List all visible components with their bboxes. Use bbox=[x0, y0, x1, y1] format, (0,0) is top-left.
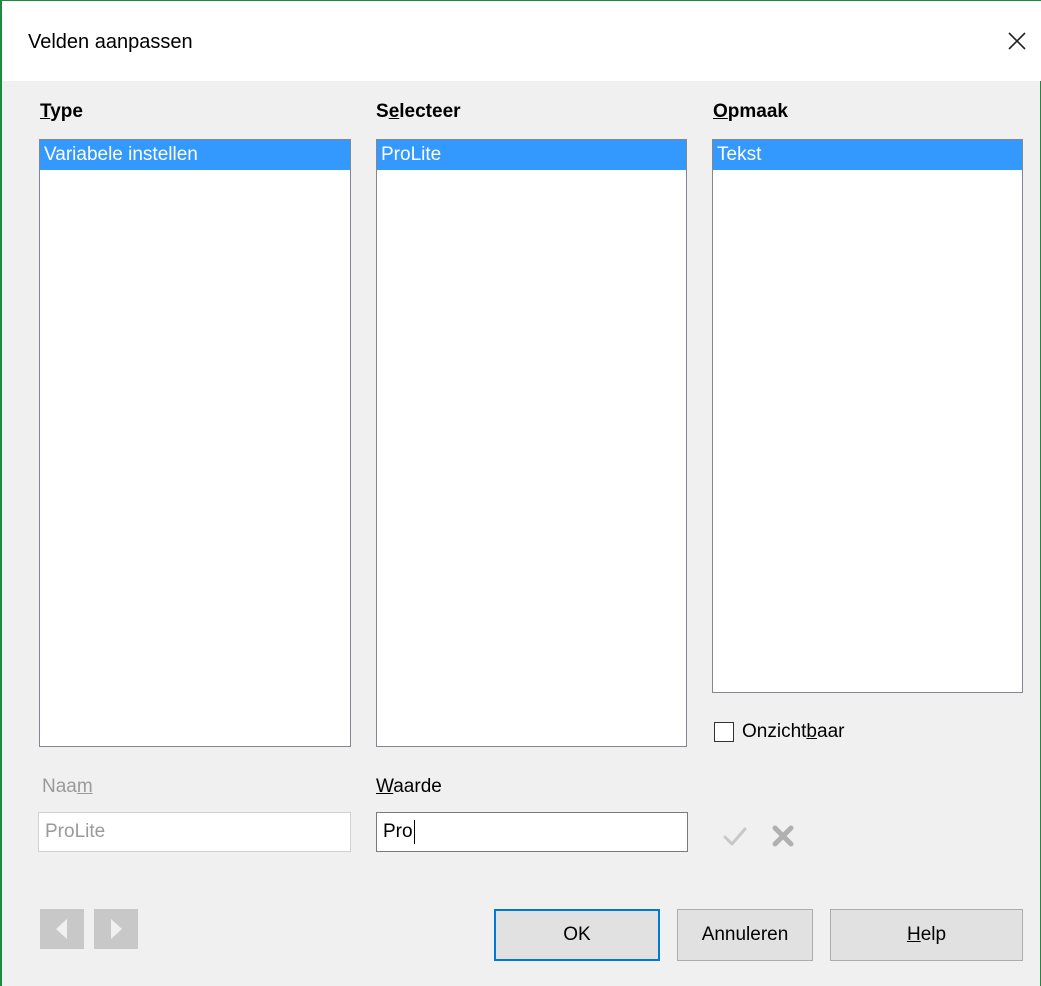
arrow-right-icon bbox=[111, 919, 122, 939]
select-listbox[interactable]: ProLite bbox=[376, 139, 687, 747]
ok-button[interactable]: OK bbox=[494, 909, 660, 961]
delete-button[interactable] bbox=[770, 823, 796, 849]
edit-fields-dialog: Velden aanpassen Type Variabele instelle… bbox=[0, 0, 1041, 986]
format-listbox[interactable]: Tekst bbox=[712, 139, 1023, 693]
list-item[interactable]: ProLite bbox=[377, 140, 686, 170]
delete-icon bbox=[772, 825, 794, 847]
invisible-checkbox[interactable] bbox=[714, 722, 734, 742]
next-button[interactable] bbox=[94, 909, 138, 949]
text-caret bbox=[413, 819, 416, 844]
select-label: Selecteer bbox=[376, 101, 461, 122]
close-button[interactable] bbox=[999, 23, 1035, 59]
type-label: Type bbox=[40, 101, 83, 122]
invisible-option[interactable]: Onzichtbaar bbox=[714, 721, 844, 743]
value-label: Waarde bbox=[376, 776, 442, 797]
arrow-left-icon bbox=[56, 919, 67, 939]
list-item[interactable]: Tekst bbox=[713, 140, 1022, 170]
help-button[interactable]: Help bbox=[830, 909, 1023, 961]
invisible-label: Onzichtbaar bbox=[742, 721, 845, 742]
list-item[interactable]: Variabele instellen bbox=[40, 140, 350, 170]
previous-button[interactable] bbox=[40, 909, 84, 949]
apply-button[interactable] bbox=[722, 823, 748, 849]
type-listbox[interactable]: Variabele instellen bbox=[39, 139, 351, 747]
checkmark-icon bbox=[723, 827, 747, 846]
cancel-button[interactable]: Annuleren bbox=[677, 909, 813, 961]
name-label: Naam bbox=[42, 776, 93, 797]
title-bar: Velden aanpassen bbox=[2, 1, 1041, 81]
name-field: ProLite bbox=[38, 812, 351, 852]
dialog-title: Velden aanpassen bbox=[28, 31, 193, 53]
value-field[interactable]: Pro bbox=[376, 812, 688, 852]
close-icon bbox=[1008, 32, 1026, 50]
format-label: Opmaak bbox=[713, 101, 788, 122]
